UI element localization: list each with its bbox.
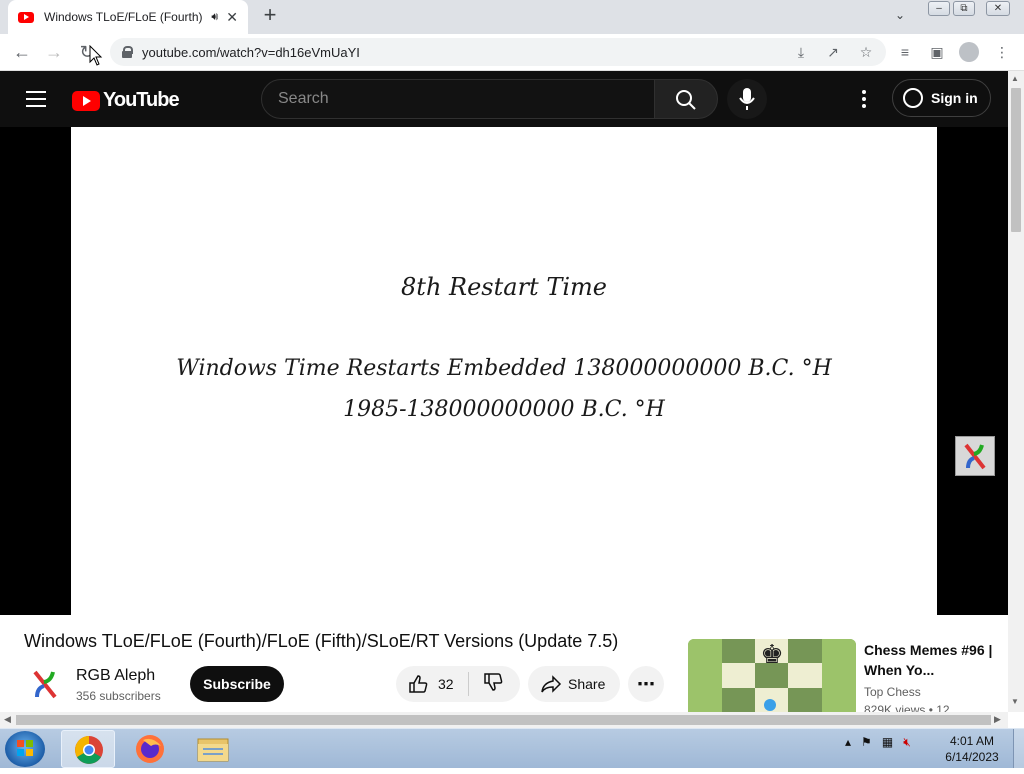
show-hidden-icons-icon[interactable]: ▴ <box>845 735 851 749</box>
taskbar-explorer[interactable] <box>186 730 240 768</box>
related-video-thumbnail[interactable]: ♚ <box>688 639 856 712</box>
url-text: youtube.com/watch?v=dh16eVmUaYI <box>142 44 360 60</box>
address-bar[interactable]: youtube.com/watch?v=dh16eVmUaYI <box>110 38 886 66</box>
new-tab-button[interactable]: + <box>258 4 282 28</box>
search-button[interactable] <box>654 79 718 119</box>
scroll-up-arrow-icon[interactable]: ▲ <box>1011 74 1019 83</box>
system-tray: ▴ ⚑ ▦ 🔇︎ <box>845 735 911 750</box>
windows-logo-icon <box>17 740 33 756</box>
settings-kebab-icon[interactable] <box>856 89 872 109</box>
chrome-icon <box>75 736 103 764</box>
network-icon[interactable]: ▦ <box>882 735 893 749</box>
close-window-button[interactable]: ✕ <box>986 1 1010 16</box>
youtube-favicon-icon <box>18 11 34 23</box>
minimize-button[interactable]: – <box>928 1 950 16</box>
forward-button[interactable]: → <box>41 39 67 65</box>
thumbs-down-icon <box>484 673 503 691</box>
channel-name[interactable]: RGB Aleph <box>76 667 155 685</box>
more-actions-button[interactable]: ⋯ <box>628 666 664 702</box>
start-button[interactable] <box>5 731 45 767</box>
action-center-flag-icon[interactable]: ⚑ <box>861 735 872 749</box>
lock-icon[interactable] <box>122 46 133 58</box>
video-player[interactable]: 8th Restart Time Windows Time Restarts E… <box>0 127 1008 615</box>
tab-search-chevron-icon[interactable]: ⌄ <box>895 8 905 22</box>
scroll-down-arrow-icon[interactable]: ▼ <box>1011 697 1019 706</box>
slide-heading: 8th Restart Time <box>401 273 607 301</box>
slide-line-1: Windows Time Restarts Embedded 138000000… <box>176 356 832 381</box>
taskbar-chrome[interactable] <box>61 730 115 768</box>
search-input[interactable]: Search <box>261 79 655 119</box>
youtube-wordmark: YouTube <box>103 89 180 111</box>
menu-hamburger-icon[interactable] <box>26 91 46 107</box>
voice-search-button[interactable] <box>727 79 767 119</box>
account-circle-icon <box>903 88 923 108</box>
subscribe-button[interactable]: Subscribe <box>190 666 284 702</box>
video-frame: 8th Restart Time Windows Time Restarts E… <box>71 127 937 615</box>
video-details: Windows TLoE/FLoE (Fourth)/FLoE (Fifth)/… <box>0 615 1008 717</box>
profile-avatar-icon[interactable] <box>959 42 979 62</box>
vertical-scroll-thumb[interactable] <box>1011 88 1021 232</box>
clock-time: 4:01 AM <box>949 734 995 748</box>
browser-menu-icon[interactable]: ⋮ <box>991 41 1013 63</box>
horizontal-scroll-thumb[interactable] <box>16 715 991 725</box>
share-button[interactable]: Share <box>528 666 620 702</box>
side-panel-icon[interactable]: ▣ <box>926 41 948 63</box>
back-button[interactable]: ← <box>9 39 35 65</box>
restore-button[interactable]: ⧉ <box>953 1 975 16</box>
dislike-button[interactable] <box>469 666 519 702</box>
thumbs-up-icon <box>409 675 428 693</box>
folder-icon <box>197 738 229 762</box>
sign-in-button[interactable]: Sign in <box>892 79 991 117</box>
slide-line-2: 1985-138000000000 B.C. °H <box>343 397 665 422</box>
close-tab-icon[interactable]: ✕ <box>226 9 238 26</box>
like-count: 32 <box>438 676 454 692</box>
search-icon <box>676 90 696 110</box>
scroll-left-arrow-icon[interactable]: ◀ <box>4 714 11 725</box>
video-title: Windows TLoE/FLoE (Fourth)/FLoE (Fifth)/… <box>24 631 619 651</box>
share-label: Share <box>568 676 606 692</box>
tab-title: Windows TLoE/FLoE (Fourth) <box>44 10 203 24</box>
scroll-right-arrow-icon[interactable]: ▶ <box>994 714 1001 725</box>
mouse-cursor-icon <box>89 45 103 66</box>
audio-playing-icon[interactable]: 🔊︎ <box>211 11 218 24</box>
media-control-icon[interactable]: ≡ <box>894 41 916 63</box>
chess-board-thumbnail-icon: ♚ <box>688 639 856 712</box>
channel-watermark[interactable] <box>955 436 995 476</box>
taskbar-clock[interactable]: 4:01 AM 6/14/2023 <box>935 733 1009 765</box>
subscriber-count: 356 subscribers <box>76 689 161 703</box>
install-app-icon[interactable]: ⤓ <box>790 41 812 63</box>
volume-muted-icon[interactable]: 🔇︎ <box>903 735 911 749</box>
share-page-icon[interactable]: ↗ <box>822 41 844 63</box>
sign-in-label: Sign in <box>931 90 978 106</box>
taskbar-firefox[interactable] <box>123 730 177 768</box>
related-video-title[interactable]: Chess Memes #96 | When Yo... <box>864 640 994 680</box>
share-arrow-icon <box>541 675 562 693</box>
related-video-channel[interactable]: Top Chess <box>864 685 921 699</box>
clock-date: 6/14/2023 <box>945 750 999 764</box>
firefox-icon <box>136 735 164 763</box>
browser-tab[interactable]: Windows TLoE/FLoE (Fourth) 🔊︎ ✕ <box>8 0 248 34</box>
like-button[interactable]: 32 <box>396 666 468 702</box>
show-desktop-button[interactable] <box>1013 729 1024 768</box>
microphone-icon <box>739 88 755 110</box>
aleph-avatar-icon <box>33 670 57 699</box>
youtube-header: YouTube Search Sign in <box>0 71 1008 127</box>
youtube-play-icon <box>72 90 100 111</box>
bookmark-star-icon[interactable]: ☆ <box>855 41 877 63</box>
aleph-logo-icon <box>964 443 986 470</box>
svg-text:♚: ♚ <box>760 640 783 670</box>
youtube-logo[interactable]: YouTube <box>72 89 180 112</box>
channel-avatar[interactable] <box>26 665 64 703</box>
